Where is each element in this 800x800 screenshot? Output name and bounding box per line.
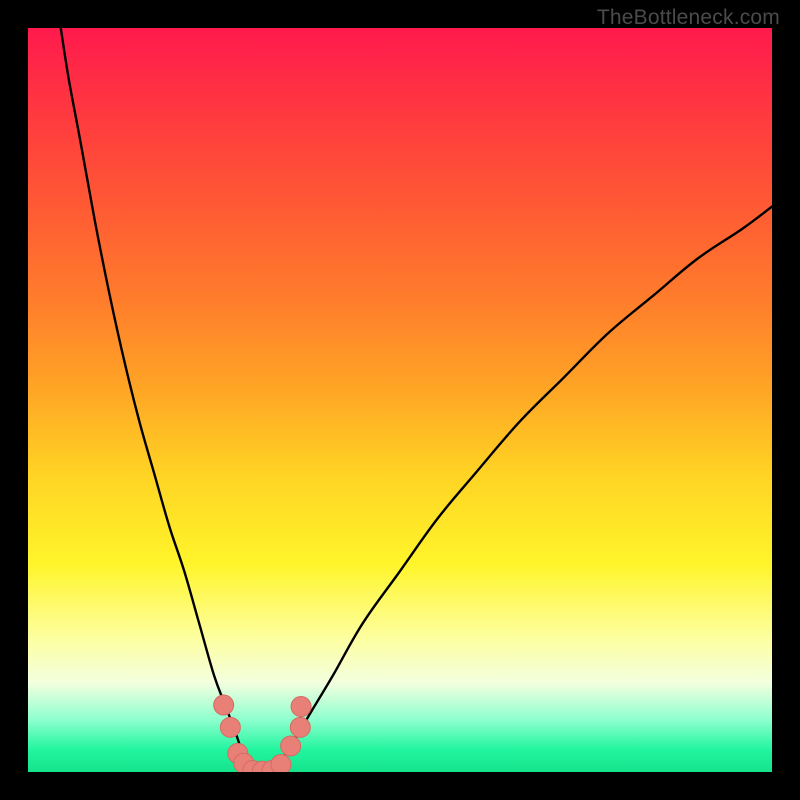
data-marker <box>220 717 240 737</box>
data-marker <box>271 755 291 772</box>
data-markers <box>214 695 311 772</box>
data-marker <box>281 736 301 756</box>
plot-area <box>28 28 772 772</box>
marker-layer <box>28 28 772 772</box>
chart-frame: TheBottleneck.com <box>0 0 800 800</box>
data-marker <box>290 717 310 737</box>
data-marker <box>214 695 234 715</box>
watermark-text: TheBottleneck.com <box>597 6 780 30</box>
data-marker <box>291 697 311 717</box>
